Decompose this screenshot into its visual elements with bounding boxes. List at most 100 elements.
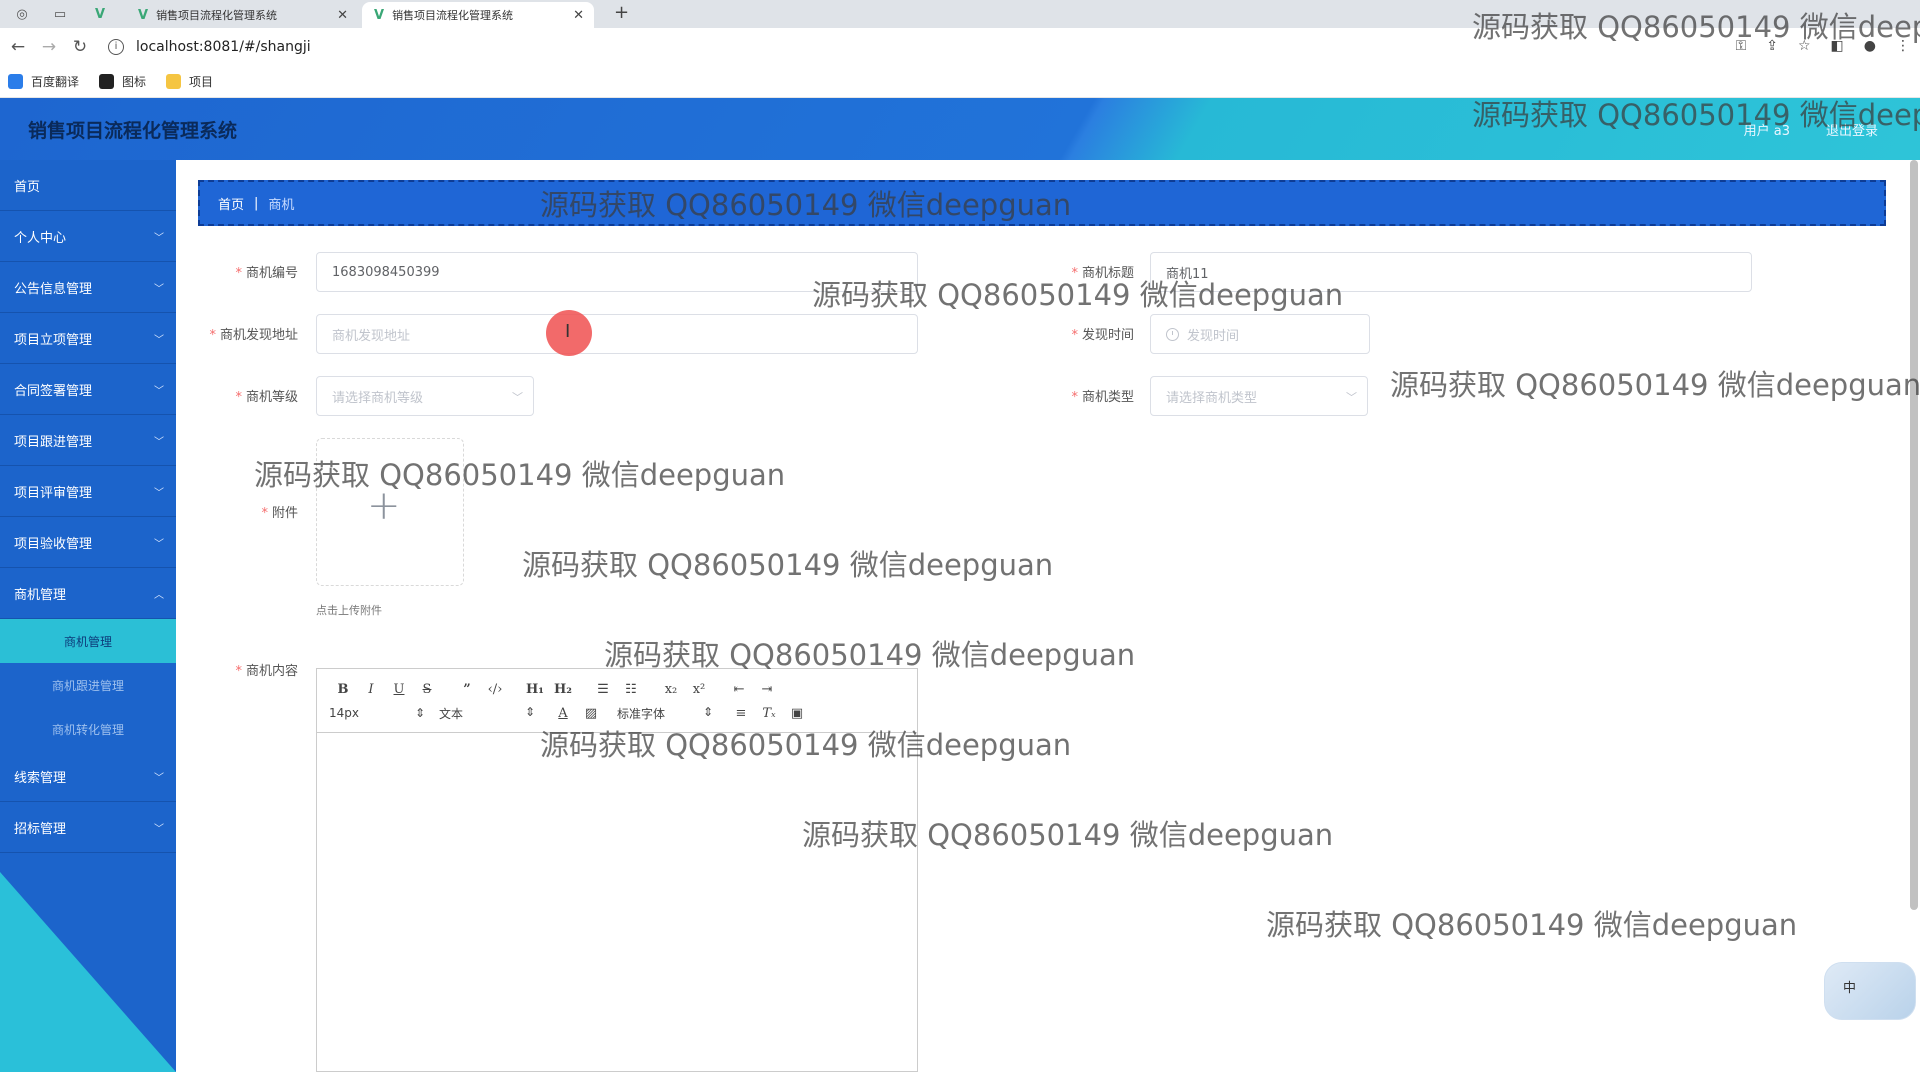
new-tab-button[interactable]: + [614,2,629,23]
chevron-down-icon: ﹀ [154,284,164,295]
star-icon[interactable]: ☆ [1798,38,1811,54]
code-block-icon[interactable]: ‹/› [481,682,509,697]
vue-tab-icon[interactable]: V [86,3,114,25]
scrollbar[interactable] [1910,160,1918,910]
chevron-down-icon: ﹀ [154,386,164,397]
title-label: * 商机标题 [1071,266,1134,281]
time-placeholder: 发现时间 [1187,328,1240,344]
chevron-down-icon: ﹀ [1346,391,1357,404]
sidebar-item-contract[interactable]: 合同签署管理 ﹀ [0,364,176,415]
chevron-down-icon: ﹀ [154,233,164,244]
time-picker[interactable]: 发现时间 [1150,314,1370,354]
h2-icon[interactable]: H₂ [549,682,577,697]
upload-button[interactable]: + [316,438,464,586]
key-icon[interactable]: ⚿ [1736,38,1747,54]
sidebar-item-project-setup[interactable]: 项目立项管理 ﹀ [0,313,176,364]
vue-icon: V [374,7,385,23]
image-icon [99,74,115,89]
sidebar: 首页 个人中心 ﹀ 公告信息管理 ﹀ 项目立项管理 ﹀ 合同签署管理 ﹀ 项目跟进管理 ﹀… [0,160,176,1072]
submenu-item-followup[interactable]: 商机跟进管理 [0,663,176,707]
h1-icon[interactable]: H₁ [521,682,549,697]
close-icon[interactable]: ✕ [337,8,348,23]
sidepanel-icon[interactable]: ◧ [1831,38,1844,54]
image-icon[interactable]: ▣ [783,706,811,721]
sidebar-item-opportunity[interactable]: 商机管理 ︿ [0,568,176,619]
underline-icon[interactable]: U [385,682,413,697]
ime-widget[interactable]: 中 [1824,962,1916,1020]
align-icon[interactable]: ≡ [727,706,755,721]
level-placeholder: 请选择商机等级 [332,390,424,406]
share-icon[interactable]: ⇪ [1766,38,1778,54]
clear-format-icon[interactable]: Tₓ [755,706,783,721]
header-select[interactable]: 文本 ⇕ [439,705,535,722]
level-select[interactable]: 请选择商机等级 ﹀ [316,376,534,416]
user-name: 用户 a3 [1743,124,1790,139]
bookmark-label: 百度翻译 [31,75,80,89]
url-text[interactable]: localhost:8081/#/shangji [136,39,311,55]
type-placeholder: 请选择商机类型 [1166,390,1258,406]
submenu-item-opportunity[interactable]: 商机管理 [0,619,176,663]
bold-icon[interactable]: B [329,682,357,697]
sidebar-item-label: 商机管理 [14,587,67,603]
editor-toolbar: B I U S ” ‹/› H₁ H₂ ☰ ☷ x₂ x² ⇤ ⇥ 14px ⇕… [317,669,917,733]
sidebar-item-followup[interactable]: 项目跟进管理 ﹀ [0,415,176,466]
font-family-select[interactable]: 标准字体 ⇕ [617,705,713,722]
browser-tab-1[interactable]: V 销售项目流程化管理系统 ✕ [126,2,358,28]
sidebar-item-label: 个人中心 [14,230,67,246]
chevron-down-icon: ﹀ [154,335,164,346]
subscript-icon[interactable]: x₂ [657,682,685,697]
blockquote-icon[interactable]: ” [453,682,481,697]
chevron-down-icon: ﹀ [512,391,523,404]
blank-tab-icon[interactable]: ▭ [46,3,74,25]
sidebar-item-home[interactable]: 首页 [0,160,176,211]
bookmarks-bar: 百度翻译 图标 项目 [0,66,1920,98]
profile-icon[interactable]: ● [1864,38,1876,54]
url-field[interactable]: i localhost:8081/#/shangji [108,32,1708,62]
superscript-icon[interactable]: x² [685,682,713,697]
breadcrumb-home[interactable]: 首页 [218,194,244,213]
reload-icon[interactable]: ↻ [67,37,93,57]
bookmark-label: 项目 [189,75,214,89]
bookmark-translate[interactable]: 百度翻译 [8,73,79,90]
strike-icon[interactable]: S [413,682,441,697]
translate-icon [8,74,23,89]
ordered-list-icon[interactable]: ☰ [589,682,617,697]
forward-icon[interactable]: → [36,37,62,57]
sidebar-item-bidding[interactable]: 招标管理 ﹀ [0,802,176,853]
sidebar-item-notice[interactable]: 公告信息管理 ﹀ [0,262,176,313]
indent-icon[interactable]: ⇥ [753,682,781,697]
background-color-icon[interactable]: ▨ [577,706,605,721]
browser-toolbar-icons: ⚿ ⇪ ☆ ◧ ● ⋮ [1736,38,1910,54]
info-icon[interactable]: i [108,39,124,55]
close-icon[interactable]: ✕ [573,8,584,23]
sidebar-item-label: 招标管理 [14,821,67,837]
sidebar-item-personal[interactable]: 个人中心 ﹀ [0,211,176,262]
back-icon[interactable]: ← [5,37,31,57]
italic-icon[interactable]: I [357,682,385,697]
type-select[interactable]: 请选择商机类型 ﹀ [1150,376,1368,416]
content-label: * 商机内容 [235,664,298,679]
sidebar-item-acceptance[interactable]: 项目验收管理 ﹀ [0,517,176,568]
menu-icon[interactable]: ⋮ [1896,38,1910,54]
bookmark-icons[interactable]: 图标 [99,73,146,90]
bullet-list-icon[interactable]: ☷ [617,682,645,697]
code-input[interactable]: 1683098450399 [316,252,918,292]
logout-link[interactable]: 退出登录 [1826,120,1878,139]
chevron-down-icon: ﹀ [154,824,164,835]
browser-icon[interactable]: ◎ [8,3,36,25]
chevron-down-icon: ﹀ [154,488,164,499]
breadcrumb-current: 商机 [268,197,295,213]
title-input[interactable]: 商机11 [1150,252,1752,292]
outdent-icon[interactable]: ⇤ [725,682,753,697]
bookmark-project[interactable]: 项目 [166,73,213,90]
submenu-item-conversion[interactable]: 商机转化管理 [0,707,176,751]
rich-text-editor: B I U S ” ‹/› H₁ H₂ ☰ ☷ x₂ x² ⇤ ⇥ 14px ⇕… [316,668,918,1072]
sidebar-item-label: 项目跟进管理 [14,434,93,450]
browser-tab-2[interactable]: V 销售项目流程化管理系统 ✕ [362,2,594,28]
type-label: * 商机类型 [1071,390,1134,405]
font-color-icon[interactable]: A [549,706,577,721]
font-size-select[interactable]: 14px ⇕ [329,706,425,720]
sidebar-item-review[interactable]: 项目评审管理 ﹀ [0,466,176,517]
address-input[interactable]: 商机发现地址 [316,314,918,354]
sidebar-item-leads[interactable]: 线索管理 ﹀ [0,751,176,802]
